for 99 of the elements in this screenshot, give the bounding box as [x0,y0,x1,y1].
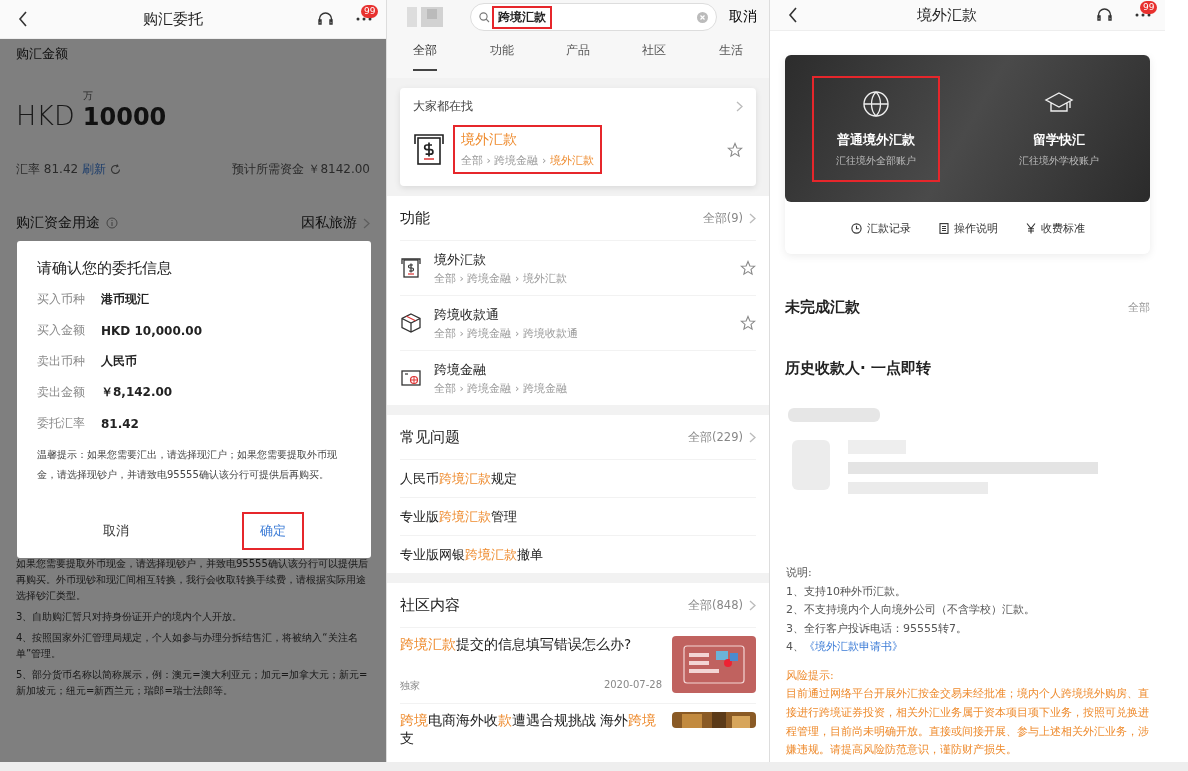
headset-icon[interactable] [317,10,334,28]
chevron-right-icon [749,212,756,224]
note-text: 3、自助购汇暂只对持身份证开户的境内个人开放。 [16,610,244,624]
globe-icon [862,89,891,118]
function-title[interactable]: 跨境收款通 [434,305,728,324]
section-title: 历史收款人· 一点即转 [785,359,931,378]
risk-title: 风险提示: [786,668,834,682]
search-field[interactable]: 跨境汇款 [470,3,717,31]
service-option[interactable]: 普通境外汇款 汇往境外全部账户 [814,77,939,180]
category-tab[interactable]: 产品 [565,40,590,71]
section-title: 未完成汇款 [785,298,860,317]
chevron-right-icon [749,599,756,611]
yen-icon [1025,222,1036,234]
quick-link[interactable]: 操作说明 [953,220,998,236]
tip-text: 温馨提示：如果您需要汇出，请选择现汇户；如果您需要提取外币现金，请选择现钞户，并请致电95555确认该分行可提供后再购买。 [37,448,338,482]
confirm-button[interactable]: 确定 [243,514,302,548]
amount-value: 10000 [82,103,167,131]
list-number: 2、 [786,602,804,618]
page-title: 境外汇款 [916,5,978,25]
currency-code: HKD [16,101,75,131]
faq-link[interactable]: 专业版网银跨境汇款撤单 [400,545,543,564]
post-title[interactable]: 跨境汇款提交的信息填写错误怎么办? [400,636,662,654]
note-text: 4、按照国家外汇管理局规定，个人如参与办理分拆结售汇，将被纳入“关注名单”管理。 [16,631,359,661]
faq-link[interactable]: 人民币跨境汇款规定 [400,469,517,488]
star-icon[interactable] [740,260,756,276]
search-icon [479,11,490,23]
risk-text: 目前通过网络平台开展外汇按金交易未经批准；境内个人跨境境外购房、直接进行跨境证券投资，相关外汇业务属于资本项目项下业务，按照可兑换进程管理，目前尚未明确开放。直接或间接开展、参与上述相关外汇业务，涉嫌违规。请提高风险防范意识，谨防财产损失。 [786,687,1149,757]
function-title[interactable]: 跨境金融 [434,360,756,379]
chevron-right-icon [749,431,756,443]
unit-hint: 万 [82,89,94,103]
notification-badge: 99 [1140,1,1158,14]
note-text: 支持10种外币汇款。 [804,583,906,600]
headset-icon[interactable] [1096,6,1113,24]
function-title[interactable]: 境外汇款 [434,250,728,269]
star-icon[interactable] [740,315,756,331]
section-title: 社区内容 [400,595,460,615]
chevron-right-icon [363,217,370,229]
cube-icon [400,312,422,334]
banknote-globe-icon [400,367,422,389]
info-value: ￥8,142.00 [101,384,173,401]
field-label: 购汇资金用途 [16,214,100,232]
form-link[interactable]: 《境外汇款申请书》 [804,638,903,657]
cancel-button[interactable]: 取消 [86,514,145,548]
banknote-icon [400,257,422,279]
faq-link[interactable]: 专业版跨境汇款管理 [400,507,517,526]
clock-icon [850,222,862,234]
category-tab[interactable]: 全部 [413,40,438,71]
info-value: HKD 10,000.00 [101,323,203,338]
breadcrumb: 全部 › 跨境金融 › 跨境收款通 [434,325,579,341]
field-label: 购汇金额 [16,45,68,63]
breadcrumb: 全部 › 跨境金融 › 境外汇款 [434,270,568,286]
section-title: 功能 [400,208,430,228]
category-tab[interactable]: 生活 [718,40,743,71]
breadcrumb: 全部 › 跨境金融 › 跨境金融 [434,380,568,396]
info-label: 卖出币种 [37,353,86,370]
see-all-link[interactable]: 全部(9) [702,210,743,226]
cancel-button[interactable]: 取消 [725,8,761,26]
info-label: 卖出金额 [37,384,86,401]
list-number: 4、 [786,639,804,655]
section-title: 常见问题 [400,427,460,447]
notification-badge: 99 [361,5,379,18]
post-title[interactable]: 跨境电商海外收款遭遇合规挑战 海外跨境 支 [400,712,662,748]
estimate-value: ￥8142.00 [308,161,370,178]
quick-link[interactable]: 收费标准 [1040,220,1085,236]
banknote-icon [413,132,445,167]
info-value: 人民币 [101,353,137,370]
info-value: 81.42 [101,416,139,431]
note-text: 如果您需要提取外币现金，请选择现钞户，并致电95555确认该分行可以提供后再购买。外币现钞和现汇间相互转换，我行会收取转换手续费，请根据实际用途选择钞汇类型。 [16,557,369,603]
post-date: 2020-07-28 [603,679,662,692]
info-label: 买入币种 [37,291,86,308]
service-option[interactable]: 留学快汇 汇往境外学校账户 [996,77,1121,180]
back-icon[interactable] [18,11,28,27]
quick-link[interactable]: 汇款记录 [866,220,911,236]
search-text: 跨境汇款 [494,7,550,27]
list-number: 1、 [786,583,804,600]
info-label: 买入金额 [37,322,86,339]
back-icon[interactable] [788,7,798,23]
page-title: 购汇委托 [141,9,204,29]
category-tab[interactable]: 社区 [642,40,667,71]
document-icon [938,222,949,234]
info-label: 委托汇率 [37,415,86,432]
card-title: 大家都在找 [413,98,473,115]
exchange-rate: 汇率 81.42 [16,161,79,178]
notes-title: 说明: [786,566,812,579]
estimate-label: 预计所需资金 [232,161,305,178]
list-number: 3、 [786,620,804,637]
refresh-icon[interactable] [110,164,122,175]
dialog-title: 请确认您的委托信息 [37,259,173,278]
purpose-value[interactable]: 因私旅游 [301,214,357,232]
note-text: 全行客户投诉电话：95555转7。 [804,620,967,637]
post-source: 独家 [400,679,420,693]
star-icon[interactable] [727,141,743,158]
note-text: 5、部分货币名称以简称展示，例：澳元=澳大利亚元；加元=加拿大元；新元=新加坡元；纽元=新西兰元；瑞郎=瑞士法郎等。 [16,668,369,698]
see-all-link[interactable]: 全部(229) [688,429,743,445]
chevron-right-icon [736,101,743,112]
info-value: 港币现汇 [101,291,149,308]
see-all-link[interactable]: 全部(848) [688,597,743,613]
note-text: 不支持境内个人向境外公司（不含学校）汇款。 [804,602,1035,618]
category-tab[interactable]: 功能 [489,40,514,71]
